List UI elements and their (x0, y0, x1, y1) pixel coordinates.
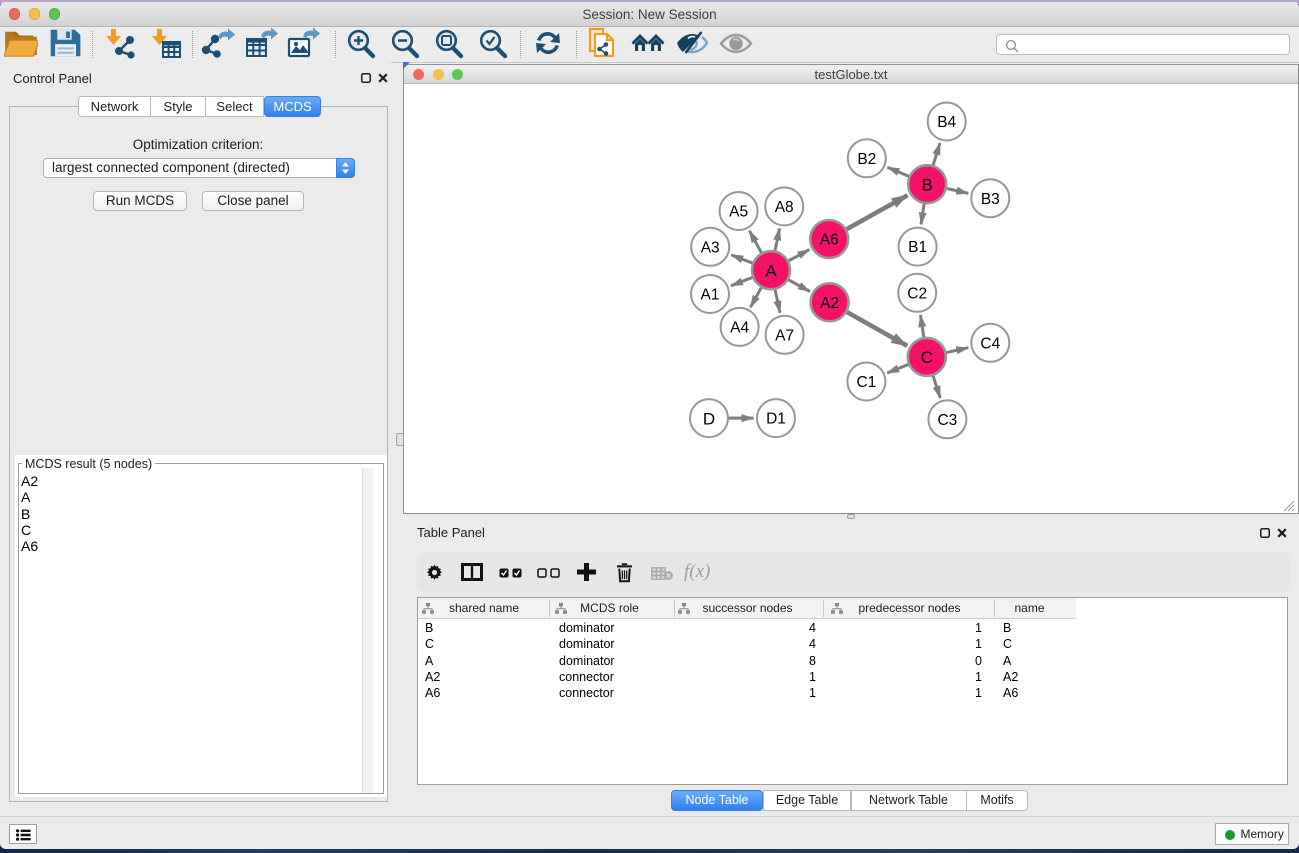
svg-text:C4: C4 (980, 335, 1000, 352)
svg-text:A3: A3 (701, 239, 720, 256)
svg-text:A8: A8 (775, 199, 794, 216)
svg-text:D1: D1 (766, 411, 786, 428)
svg-text:B4: B4 (937, 114, 956, 131)
svg-text:A4: A4 (730, 319, 749, 336)
svg-text:B3: B3 (981, 191, 1000, 208)
svg-text:C: C (921, 348, 933, 367)
svg-text:C2: C2 (907, 285, 927, 302)
svg-text:C1: C1 (856, 374, 876, 391)
svg-text:A1: A1 (701, 287, 720, 304)
svg-text:A2: A2 (820, 295, 839, 312)
svg-text:A7: A7 (775, 327, 794, 344)
svg-text:B1: B1 (908, 239, 927, 256)
svg-text:B2: B2 (857, 151, 876, 168)
svg-text:A: A (765, 262, 777, 281)
svg-text:A6: A6 (820, 232, 839, 249)
svg-text:A5: A5 (729, 204, 748, 221)
svg-text:B: B (922, 176, 933, 195)
svg-text:D: D (703, 409, 715, 428)
svg-text:C3: C3 (937, 412, 957, 429)
